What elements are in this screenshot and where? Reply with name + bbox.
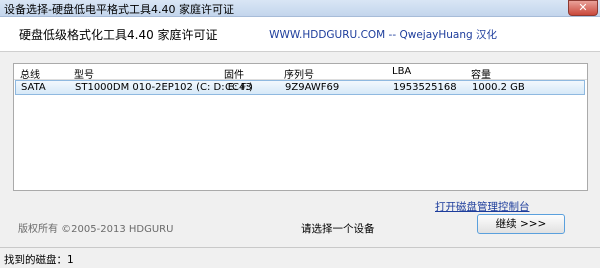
column-header-bus[interactable]: 总线	[20, 66, 40, 81]
status-bar: 找到的磁盘：1	[0, 247, 600, 268]
cell-bus: SATA	[21, 82, 46, 93]
column-header-model[interactable]: 型号	[74, 66, 94, 81]
column-header-lba[interactable]: LBA	[392, 66, 411, 77]
device-table: 总线 型号 固件 序列号 LBA 容量 SATA ST1000DM 010-2E…	[13, 63, 588, 191]
app-name: 硬盘低级格式化工具4.40 家庭许可证	[19, 28, 218, 42]
site-link[interactable]: WWW.HDDGURU.COM -- QwejayHuang 汉化	[269, 27, 497, 42]
table-row[interactable]: SATA ST1000DM 010-2EP102 (C: D: E: F:) C…	[15, 80, 585, 95]
title-bar: 设备选择-硬盘低电平格式工具4.40 家庭许可证 ✕	[0, 0, 600, 17]
disk-count-status: 找到的磁盘：1	[4, 254, 74, 266]
column-header-serial[interactable]: 序列号	[284, 66, 314, 81]
select-device-prompt: 请选择一个设备	[301, 223, 375, 235]
cell-serial: 9Z9AWF69	[285, 82, 340, 93]
copyright-text: 版权所有 ©2005-2013 HDGURU	[18, 224, 174, 235]
cell-firmware: CC43	[225, 82, 252, 93]
cell-lba: 1953525168	[393, 82, 457, 93]
table-header: 总线 型号 固件 序列号 LBA 容量	[14, 64, 587, 81]
cell-capacity: 1000.2 GB	[472, 82, 525, 93]
column-header-firmware[interactable]: 固件	[224, 66, 244, 81]
continue-button[interactable]: 继续 >>>	[477, 214, 565, 234]
column-header-capacity[interactable]: 容量	[471, 66, 491, 81]
window-title: 设备选择-硬盘低电平格式工具4.40 家庭许可证	[4, 3, 234, 16]
disk-management-link[interactable]: 打开磁盘管理控制台	[435, 199, 530, 214]
header-panel: 硬盘低级格式化工具4.40 家庭许可证 WWW.HDDGURU.COM -- Q…	[0, 17, 600, 52]
close-icon[interactable]: ✕	[568, 0, 598, 16]
